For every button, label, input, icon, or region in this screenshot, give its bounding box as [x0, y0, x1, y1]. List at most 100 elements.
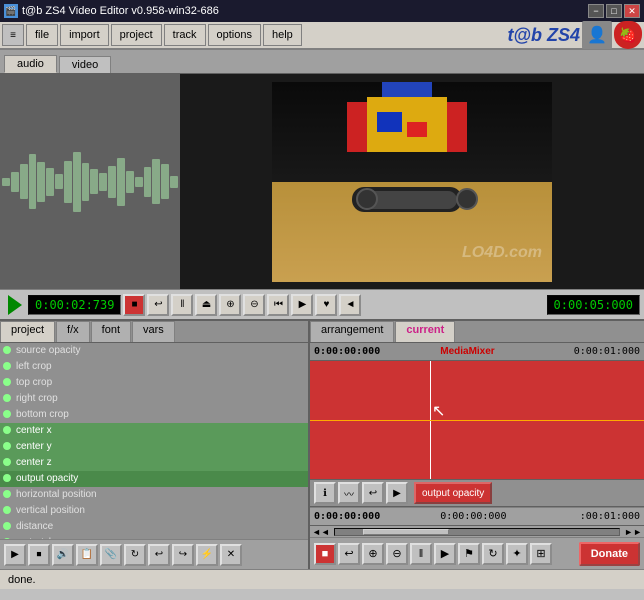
left-toolbar-clip[interactable]: 📎 — [100, 544, 122, 566]
properties-list: source opacity left crop top crop right … — [0, 343, 308, 539]
lego-arm-right — [447, 102, 467, 152]
prop-horiz-pos[interactable]: horizontal position — [0, 487, 308, 503]
scroll-right-button[interactable]: ►► — [622, 527, 644, 537]
wave-button[interactable]: 〰 — [338, 482, 360, 504]
arr-end-time: 0:00:01:000 — [574, 346, 640, 357]
left-toolbar-redo[interactable]: ↪ — [172, 544, 194, 566]
bt-forward[interactable]: ▶ — [434, 543, 456, 565]
goto-start-button[interactable]: ↩ — [147, 294, 169, 316]
scroll-thumb[interactable] — [363, 529, 448, 535]
wave-bar — [170, 176, 178, 188]
bt-grid[interactable]: ⊞ — [530, 543, 552, 565]
logo-avatar: 👤 — [582, 21, 612, 49]
prop-source-opacity[interactable]: source opacity — [0, 343, 308, 359]
tab-project[interactable]: project — [0, 321, 55, 342]
output-opacity-button[interactable]: output opacity — [414, 482, 492, 504]
prop-dot — [3, 378, 11, 386]
menu-help[interactable]: help — [263, 24, 302, 46]
prop-x-stretch[interactable]: x-stretch — [0, 535, 308, 539]
audio-tab[interactable]: audio — [4, 55, 57, 73]
prop-vert-pos[interactable]: vertical position — [0, 503, 308, 519]
menu-icon[interactable]: ≡ — [2, 24, 24, 46]
tab-arrangement[interactable]: arrangement — [310, 321, 394, 342]
left-toolbar-stop[interactable]: ⏹ — [28, 544, 50, 566]
prop-dot — [3, 426, 11, 434]
prop-center-x[interactable]: center x — [0, 423, 308, 439]
prop-center-z[interactable]: center z — [0, 455, 308, 471]
wave-bar — [29, 154, 37, 209]
prop-bottom-crop[interactable]: bottom crop — [0, 407, 308, 423]
prop-top-crop[interactable]: top crop — [0, 375, 308, 391]
left-toolbar-undo[interactable]: ↩ — [148, 544, 170, 566]
bt-flag[interactable]: ⚑ — [458, 543, 480, 565]
tab-fx[interactable]: f/x — [56, 321, 90, 342]
step-button[interactable]: ⏏ — [195, 294, 217, 316]
prop-right-crop[interactable]: right crop — [0, 391, 308, 407]
stop-button[interactable]: ■ — [123, 294, 145, 316]
wave-bar — [82, 163, 90, 201]
tl-end: :00:01:000 — [580, 511, 640, 522]
prop-dot — [3, 362, 11, 370]
tab-vars[interactable]: vars — [132, 321, 175, 342]
play-eff-button[interactable]: ▶ — [386, 482, 408, 504]
menu-import[interactable]: import — [60, 24, 109, 46]
arrangement-view[interactable]: ↖ — [310, 361, 644, 479]
bt-zoom-out[interactable]: ⊖ — [386, 543, 408, 565]
wave-bar — [90, 169, 98, 194]
info-button[interactable]: ℹ — [314, 482, 336, 504]
right-panel: arrangement current 0:00:00:000 MediaMix… — [310, 321, 644, 569]
menu-file[interactable]: file — [26, 24, 58, 46]
menu-track[interactable]: track — [164, 24, 206, 46]
video-tab[interactable]: video — [59, 56, 111, 73]
lego-wheel-r — [456, 188, 478, 210]
lego-robot — [342, 82, 492, 212]
wave-bar — [11, 172, 19, 192]
app-title: t@b ZS4 Video Editor v0.958-win32-686 — [22, 5, 219, 17]
prop-left-crop[interactable]: left crop — [0, 359, 308, 375]
prop-distance[interactable]: distance — [0, 519, 308, 535]
close-button[interactable]: ✕ — [624, 4, 640, 18]
pause-button[interactable]: ‖ — [171, 294, 193, 316]
play-button[interactable]: ▶ — [291, 294, 313, 316]
donate-button[interactable]: Donate — [579, 542, 640, 566]
bt-pause[interactable]: ‖ — [410, 543, 432, 565]
tab-current[interactable]: current — [395, 321, 455, 342]
wave-bar — [64, 161, 72, 203]
left-toolbar-play[interactable]: ▶ — [4, 544, 26, 566]
wave-bar — [144, 167, 152, 197]
bt-stop[interactable]: ■ — [314, 543, 336, 565]
bt-nav[interactable]: ✦ — [506, 543, 528, 565]
logo-text: t@b ZS4 — [507, 25, 580, 46]
scroll-left-button[interactable]: ◄◄ — [310, 527, 332, 537]
scroll-track[interactable] — [334, 528, 620, 536]
bt-loop[interactable]: ↻ — [482, 543, 504, 565]
left-toolbar-vol[interactable]: 🔊 — [52, 544, 74, 566]
prop-dot — [3, 410, 11, 418]
minimize-button[interactable]: − — [588, 4, 604, 18]
lego-wheel-l — [356, 188, 378, 210]
wave-bar — [20, 164, 28, 199]
prop-output-opacity[interactable]: output opacity — [0, 471, 308, 487]
left-toolbar-refresh[interactable]: ↻ — [124, 544, 146, 566]
maximize-button[interactable]: □ — [606, 4, 622, 18]
left-toolbar-action[interactable]: ⚡ — [196, 544, 218, 566]
zoom-out-button[interactable]: ⊖ — [243, 294, 265, 316]
heart-button[interactable]: ♥ — [315, 294, 337, 316]
zoom-in-button[interactable]: ⊕ — [219, 294, 241, 316]
tl-start: 0:00:00:000 — [314, 511, 380, 522]
prop-dot — [3, 506, 11, 514]
left-toolbar-copy[interactable]: 📋 — [76, 544, 98, 566]
reset-button[interactable]: ↩ — [362, 482, 384, 504]
bt-step-back[interactable]: ↩ — [338, 543, 360, 565]
editor-area: LO4D.com — [0, 74, 644, 289]
back-button[interactable]: ◄ — [339, 294, 361, 316]
bt-zoom-in[interactable]: ⊕ — [362, 543, 384, 565]
wave-bar — [126, 171, 134, 193]
menu-project[interactable]: project — [111, 24, 162, 46]
tab-font[interactable]: font — [91, 321, 131, 342]
left-toolbar-close[interactable]: ✕ — [220, 544, 242, 566]
prop-center-y[interactable]: center y — [0, 439, 308, 455]
menu-options[interactable]: options — [208, 24, 261, 46]
prev-button[interactable]: ⏮ — [267, 294, 289, 316]
cursor-indicator: ↖ — [432, 401, 445, 421]
